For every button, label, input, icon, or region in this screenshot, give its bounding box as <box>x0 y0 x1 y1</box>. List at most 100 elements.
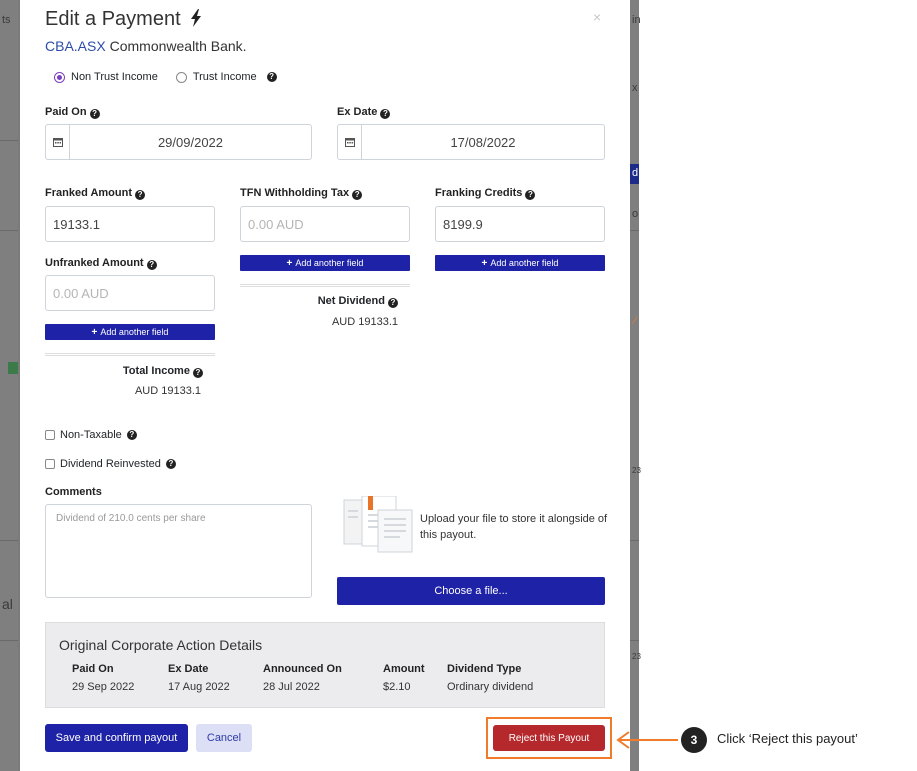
franking-add-field-button[interactable]: + Add another field <box>435 255 605 271</box>
backdrop-line <box>630 230 639 231</box>
backdrop-fragment: x <box>632 82 638 94</box>
paid-on-value: 29/09/2022 <box>157 134 224 150</box>
radio-label-non-trust: Non Trust Income <box>71 71 158 83</box>
franked-amount-label-text: Franked Amount <box>45 187 132 199</box>
add-field-label: Add another field <box>295 258 364 268</box>
backdrop-fragment: ts <box>2 14 11 26</box>
dividend-reinvested-label: Dividend Reinvested <box>60 458 161 470</box>
divider <box>240 284 410 287</box>
help-icon[interactable]: ? <box>126 430 137 440</box>
franking-credits-label: Franking Credits ? <box>435 187 536 200</box>
unfranked-amount-label: Unfranked Amount ? <box>45 257 157 270</box>
divider <box>45 353 215 356</box>
unfranked-amount-input[interactable]: 0.00 AUD <box>45 275 215 311</box>
unfranked-add-field-button[interactable]: + Add another field <box>45 324 215 340</box>
backdrop-strip-left <box>0 0 18 771</box>
backdrop-line <box>0 540 18 541</box>
non-taxable-row: Non-Taxable ? <box>45 429 137 441</box>
calendar-icon[interactable] <box>338 125 362 159</box>
income-type-radio-group: Non Trust Income Trust Income ? <box>54 71 277 83</box>
edit-payment-modal: Edit a Payment CBA.ASX Commonwealth Bank… <box>20 0 630 771</box>
non-taxable-checkbox[interactable] <box>45 430 55 440</box>
backdrop-fragment: o <box>632 208 639 220</box>
comments-textarea[interactable]: Dividend of 210.0 cents per share <box>45 504 312 598</box>
ex-date-input[interactable]: 17/08/2022 <box>337 124 605 160</box>
modal-subtitle: CBA.ASX Commonwealth Bank. <box>45 38 247 54</box>
cancel-button[interactable]: Cancel <box>196 724 252 752</box>
franking-credits-label-text: Franking Credits <box>435 187 523 199</box>
save-and-confirm-button[interactable]: Save and confirm payout <box>45 724 188 752</box>
net-dividend-label: Net Dividend ? <box>240 295 398 308</box>
lightning-icon <box>190 9 202 33</box>
help-icon[interactable]: ? <box>266 72 277 82</box>
plus-icon: + <box>481 257 488 269</box>
help-icon[interactable]: ? <box>165 459 176 469</box>
comments-label: Comments <box>45 486 102 498</box>
backdrop-fragment: d <box>632 167 639 179</box>
help-icon[interactable]: ? <box>380 109 391 119</box>
dividend-reinvested-row: Dividend Reinvested ? <box>45 458 176 470</box>
backdrop-line <box>0 640 18 641</box>
column-header: Ex Date <box>168 663 209 675</box>
net-dividend-label-text: Net Dividend <box>317 295 385 307</box>
franked-amount-input[interactable]: 19133.1 <box>45 206 215 242</box>
paid-on-date-input[interactable]: 29/09/2022 <box>45 124 312 160</box>
franking-credits-input[interactable]: 8199.9 <box>435 206 605 242</box>
total-income-label-text: Total Income <box>122 365 190 377</box>
help-icon[interactable]: ? <box>135 190 146 200</box>
total-income-value: AUD 19133.1 <box>134 385 201 397</box>
backdrop-fragment: 23 <box>632 466 641 475</box>
backdrop-fragment: 23 <box>632 652 641 661</box>
non-taxable-label: Non-Taxable <box>60 429 122 441</box>
paid-on-label-text: Paid On <box>45 106 87 118</box>
backdrop-line <box>0 140 18 141</box>
help-icon[interactable]: ? <box>525 190 536 200</box>
radio-non-trust-income[interactable] <box>54 71 65 83</box>
backdrop-line <box>630 640 639 641</box>
step-instruction: Click ‘Reject this payout’ <box>717 731 858 746</box>
table-cell: Ordinary dividend <box>447 681 534 693</box>
step-number-badge: 3 <box>681 727 707 753</box>
unfranked-amount-label-text: Unfranked Amount <box>45 257 144 269</box>
ex-date-label: Ex Date ? <box>337 106 391 119</box>
column-header: Announced On <box>263 663 342 675</box>
arrow-left-icon <box>616 731 630 754</box>
column-header: Paid On <box>72 663 114 675</box>
help-icon[interactable]: ? <box>388 298 398 308</box>
add-field-label: Add another field <box>100 327 169 337</box>
tfn-withholding-input[interactable]: 0.00 AUD <box>240 206 410 242</box>
net-dividend-value: AUD 19133.1 <box>331 316 398 328</box>
plus-icon: + <box>286 257 293 269</box>
backdrop-fragment: in <box>632 14 641 26</box>
upload-instructions: Upload your file to store it alongside o… <box>420 513 608 541</box>
document-upload-icon <box>342 495 414 556</box>
tfn-withholding-label: TFN Withholding Tax ? <box>240 187 363 200</box>
help-icon[interactable]: ? <box>89 109 100 119</box>
close-icon[interactable]: × <box>593 9 601 25</box>
ex-date-label-text: Ex Date <box>337 106 378 118</box>
choose-file-button[interactable]: Choose a file... <box>337 577 605 605</box>
ticker-link[interactable]: CBA.ASX <box>45 38 106 54</box>
column-header: Dividend Type <box>447 663 522 675</box>
table-cell: 29 Sep 2022 <box>72 681 135 693</box>
help-icon[interactable]: ? <box>352 190 363 200</box>
help-icon[interactable]: ? <box>193 368 203 378</box>
radio-trust-income[interactable] <box>175 71 187 83</box>
backdrop-line <box>630 540 639 541</box>
plus-icon: + <box>91 326 98 338</box>
table-cell: $2.10 <box>383 681 411 693</box>
modal-title-text: Edit a Payment <box>45 8 181 30</box>
add-field-label: Add another field <box>490 258 559 268</box>
tfn-add-field-button[interactable]: + Add another field <box>240 255 410 271</box>
franked-amount-label: Franked Amount ? <box>45 187 146 200</box>
reject-payout-button[interactable]: Reject this Payout <box>493 725 605 751</box>
total-income-label: Total Income ? <box>45 365 203 378</box>
company-name: Commonwealth Bank. <box>109 38 247 54</box>
table-cell: 17 Aug 2022 <box>168 681 230 693</box>
ex-date-value: 17/08/2022 <box>450 134 516 150</box>
calendar-icon[interactable] <box>46 125 70 159</box>
original-details-title: Original Corporate Action Details <box>59 637 263 653</box>
dividend-reinvested-checkbox[interactable] <box>45 459 55 469</box>
original-corporate-action-panel: Original Corporate Action Details Paid O… <box>45 622 605 708</box>
help-icon[interactable]: ? <box>146 260 157 270</box>
